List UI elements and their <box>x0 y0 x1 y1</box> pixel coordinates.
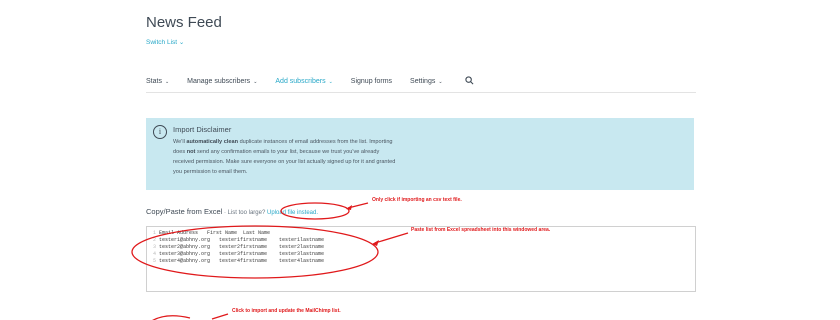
paste-arrow <box>374 232 409 244</box>
csv-highlight-ellipse <box>280 202 350 220</box>
import-highlight-ellipse <box>152 315 191 320</box>
paste-highlight-ellipse <box>131 225 379 279</box>
csv-annotation: Only click if importing an csv text file… <box>372 197 462 203</box>
annotation-overlay <box>131 202 409 320</box>
import-arrow <box>211 313 229 320</box>
import-annotation: Click to import and update the MailChimp… <box>232 308 341 314</box>
paste-annotation: Paste list from Excel spreadsheet into t… <box>411 227 551 233</box>
